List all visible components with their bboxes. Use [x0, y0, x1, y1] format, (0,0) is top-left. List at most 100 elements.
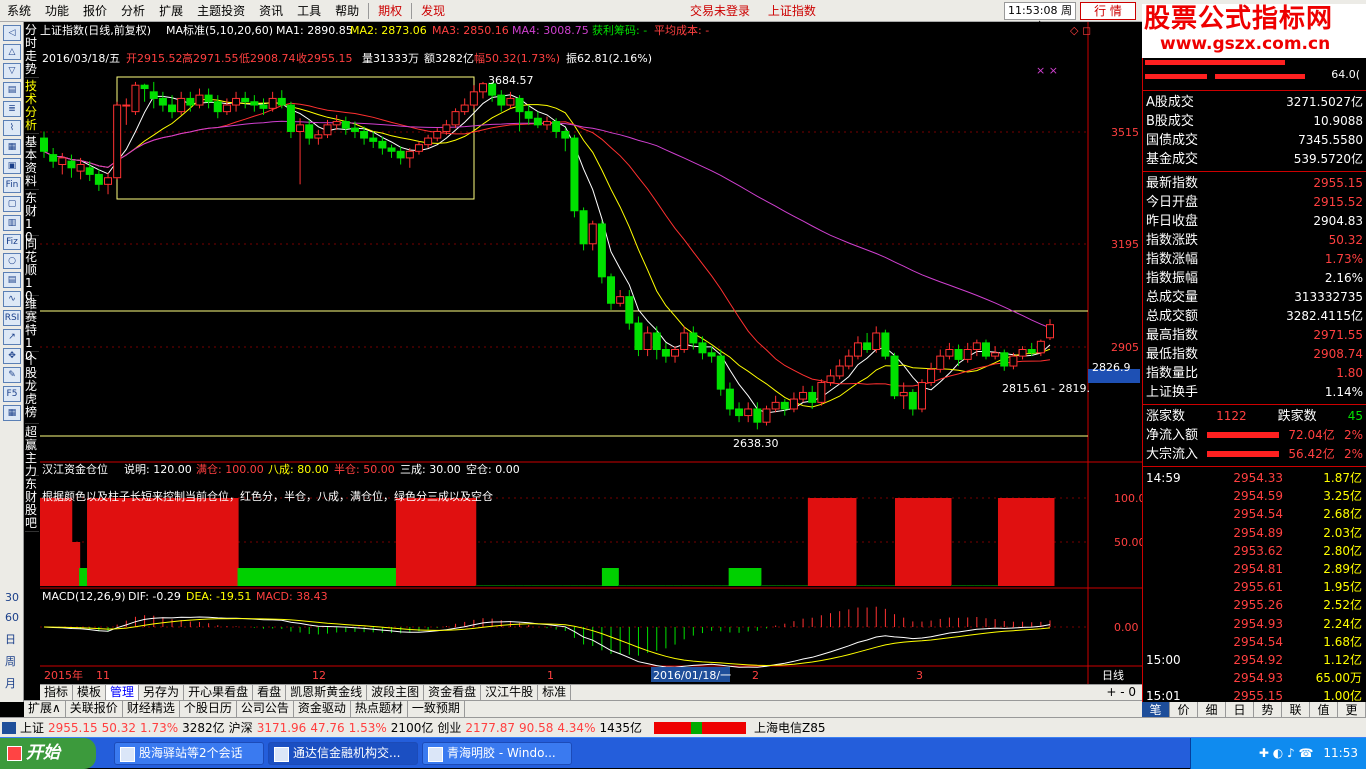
- indicator-tab[interactable]: 凯恩斯黄金线: [286, 685, 368, 700]
- indicator-bar: [300, 568, 310, 586]
- candle[interactable]: [881, 329, 890, 360]
- list-icon[interactable]: ≣: [3, 101, 21, 117]
- indicator-bar: [1037, 498, 1047, 586]
- period-60[interactable]: 60: [5, 612, 19, 634]
- menu-help[interactable]: 帮助: [328, 0, 366, 22]
- rsi-icon[interactable]: RSI: [3, 310, 21, 326]
- menu-quote[interactable]: 报价: [76, 0, 114, 22]
- fin-icon[interactable]: Fin: [3, 177, 21, 193]
- window-icon[interactable]: [2, 721, 16, 734]
- candle[interactable]: [131, 81, 140, 115]
- candle[interactable]: [917, 379, 926, 413]
- down-icon[interactable]: ▽: [3, 63, 21, 79]
- chart-svg[interactable]: 上证指数(日线,前复权) MA标准(5,10,20,60) MA1: 2890.…: [40, 22, 1142, 684]
- candle[interactable]: [597, 220, 606, 284]
- menu-tools[interactable]: 工具: [290, 0, 328, 22]
- start-button[interactable]: 开始: [0, 737, 96, 769]
- chart-icon[interactable]: ⌇: [3, 120, 21, 136]
- menu-analysis[interactable]: 分析: [114, 0, 152, 22]
- indicator-tab[interactable]: 另存为: [139, 685, 185, 700]
- vtab-eastmoney[interactable]: 东财10: [25, 190, 39, 244]
- candle[interactable]: [113, 101, 122, 180]
- tray-icons[interactable]: ✚ ◐ ♪ ☎: [1259, 746, 1314, 760]
- taskbar-item[interactable]: 通达信金融机构交...: [268, 741, 418, 765]
- candle[interactable]: [981, 339, 990, 360]
- menu-function[interactable]: 功能: [38, 0, 76, 22]
- taskbar-item[interactable]: 股海驿站等2个会话: [114, 741, 264, 765]
- right-tab[interactable]: 值: [1310, 702, 1338, 718]
- right-tab[interactable]: 细: [1198, 702, 1226, 718]
- window-icon[interactable]: ▣: [3, 158, 21, 174]
- pen-icon[interactable]: ✎: [3, 367, 21, 383]
- calc-icon[interactable]: ▥: [3, 215, 21, 231]
- vtab-guba[interactable]: 东财股吧: [25, 476, 39, 532]
- taskbar-item[interactable]: 青海明胶 - Windo...: [422, 741, 572, 765]
- menu-options[interactable]: 期权: [371, 0, 409, 22]
- f5-icon[interactable]: F5: [3, 386, 21, 402]
- vtab-tonghuashun[interactable]: 同花顺10: [25, 236, 39, 303]
- fiz-icon[interactable]: Fiz: [3, 234, 21, 250]
- table-icon[interactable]: ▦: [3, 405, 21, 421]
- menu-info[interactable]: 资讯: [252, 0, 290, 22]
- right-tab[interactable]: 联: [1282, 702, 1310, 718]
- candle[interactable]: [451, 108, 460, 129]
- vtab-timeshare[interactable]: 分时走势: [25, 22, 39, 78]
- right-tab[interactable]: 日: [1226, 702, 1254, 718]
- indicator-tab[interactable]: 模板: [73, 685, 107, 700]
- extension-tab[interactable]: 资金驱动: [294, 701, 351, 717]
- candle[interactable]: [579, 207, 588, 251]
- menu-theme[interactable]: 主题投资: [190, 0, 252, 22]
- vtab-main-force[interactable]: 超赢主力: [25, 424, 39, 478]
- period-30[interactable]: 30: [5, 592, 19, 612]
- right-tab[interactable]: 更: [1338, 702, 1366, 718]
- search-icon[interactable]: ○: [3, 253, 21, 269]
- indicator-tab[interactable]: 指标: [40, 685, 74, 700]
- period-week[interactable]: 周: [5, 656, 19, 678]
- doc-icon[interactable]: ▢: [3, 196, 21, 212]
- candle[interactable]: [817, 379, 826, 406]
- right-tab[interactable]: 笔: [1142, 702, 1170, 718]
- indicator-tab[interactable]: 管理: [106, 685, 140, 700]
- pointer-icon[interactable]: ↗: [3, 329, 21, 345]
- extension-tab[interactable]: 公司公告: [237, 701, 294, 717]
- up-icon[interactable]: △: [3, 44, 21, 60]
- extension-tab[interactable]: 财经精选: [123, 701, 180, 717]
- candle[interactable]: [762, 405, 771, 426]
- extension-tab[interactable]: 关联报价: [66, 701, 123, 717]
- vtab-tech-analysis[interactable]: 技术分析: [25, 78, 39, 134]
- extension-tab[interactable]: 一致预期: [408, 701, 465, 717]
- extension-tab[interactable]: 扩展∧: [24, 701, 66, 717]
- period-day[interactable]: 日: [5, 634, 19, 656]
- candle[interactable]: [570, 134, 579, 218]
- vtab-weisaite[interactable]: 维赛特10: [25, 296, 39, 363]
- menu-discover[interactable]: 发现: [414, 0, 452, 22]
- indicator-tab[interactable]: 波段主图: [367, 685, 425, 700]
- report-icon[interactable]: ▤: [3, 82, 21, 98]
- indicator-tab[interactable]: 汉江牛股: [481, 685, 539, 700]
- text-icon[interactable]: ▤: [3, 272, 21, 288]
- back-icon[interactable]: ◁: [3, 25, 21, 41]
- indicator-tab[interactable]: 标准: [538, 685, 572, 700]
- trade-status[interactable]: 交易未登录: [690, 4, 750, 18]
- indicator-tab[interactable]: 看盘: [253, 685, 287, 700]
- candle[interactable]: [890, 352, 899, 400]
- extension-tab[interactable]: 个股日历: [180, 701, 237, 717]
- period-month[interactable]: 月: [5, 678, 19, 700]
- vtab-dragon-tiger[interactable]: 个股龙虎榜: [25, 352, 39, 424]
- indicator-tab[interactable]: 开心果看盘: [184, 685, 254, 700]
- kline-chart[interactable]: 上证指数(日线,前复权) MA标准(5,10,20,60) MA1: 2890.…: [40, 22, 1142, 684]
- chart-arrows-icon[interactable]: ◇ ◻: [1070, 24, 1091, 37]
- grid-icon[interactable]: ▦: [3, 139, 21, 155]
- indicator-tab[interactable]: 资金看盘: [424, 685, 482, 700]
- menu-extend[interactable]: 扩展: [152, 0, 190, 22]
- candle[interactable]: [716, 349, 725, 396]
- quote-tab[interactable]: 行 情: [1080, 2, 1136, 20]
- extension-tab[interactable]: 热点题材: [351, 701, 408, 717]
- zoom-controls[interactable]: + - 0: [1100, 685, 1142, 700]
- wave-icon[interactable]: ∿: [3, 291, 21, 307]
- vtab-fundamentals[interactable]: 基本资料: [25, 134, 39, 190]
- menu-system[interactable]: 系统: [0, 0, 38, 22]
- move-icon[interactable]: ✥: [3, 348, 21, 364]
- right-tab[interactable]: 价: [1170, 702, 1198, 718]
- right-tab[interactable]: 势: [1254, 702, 1282, 718]
